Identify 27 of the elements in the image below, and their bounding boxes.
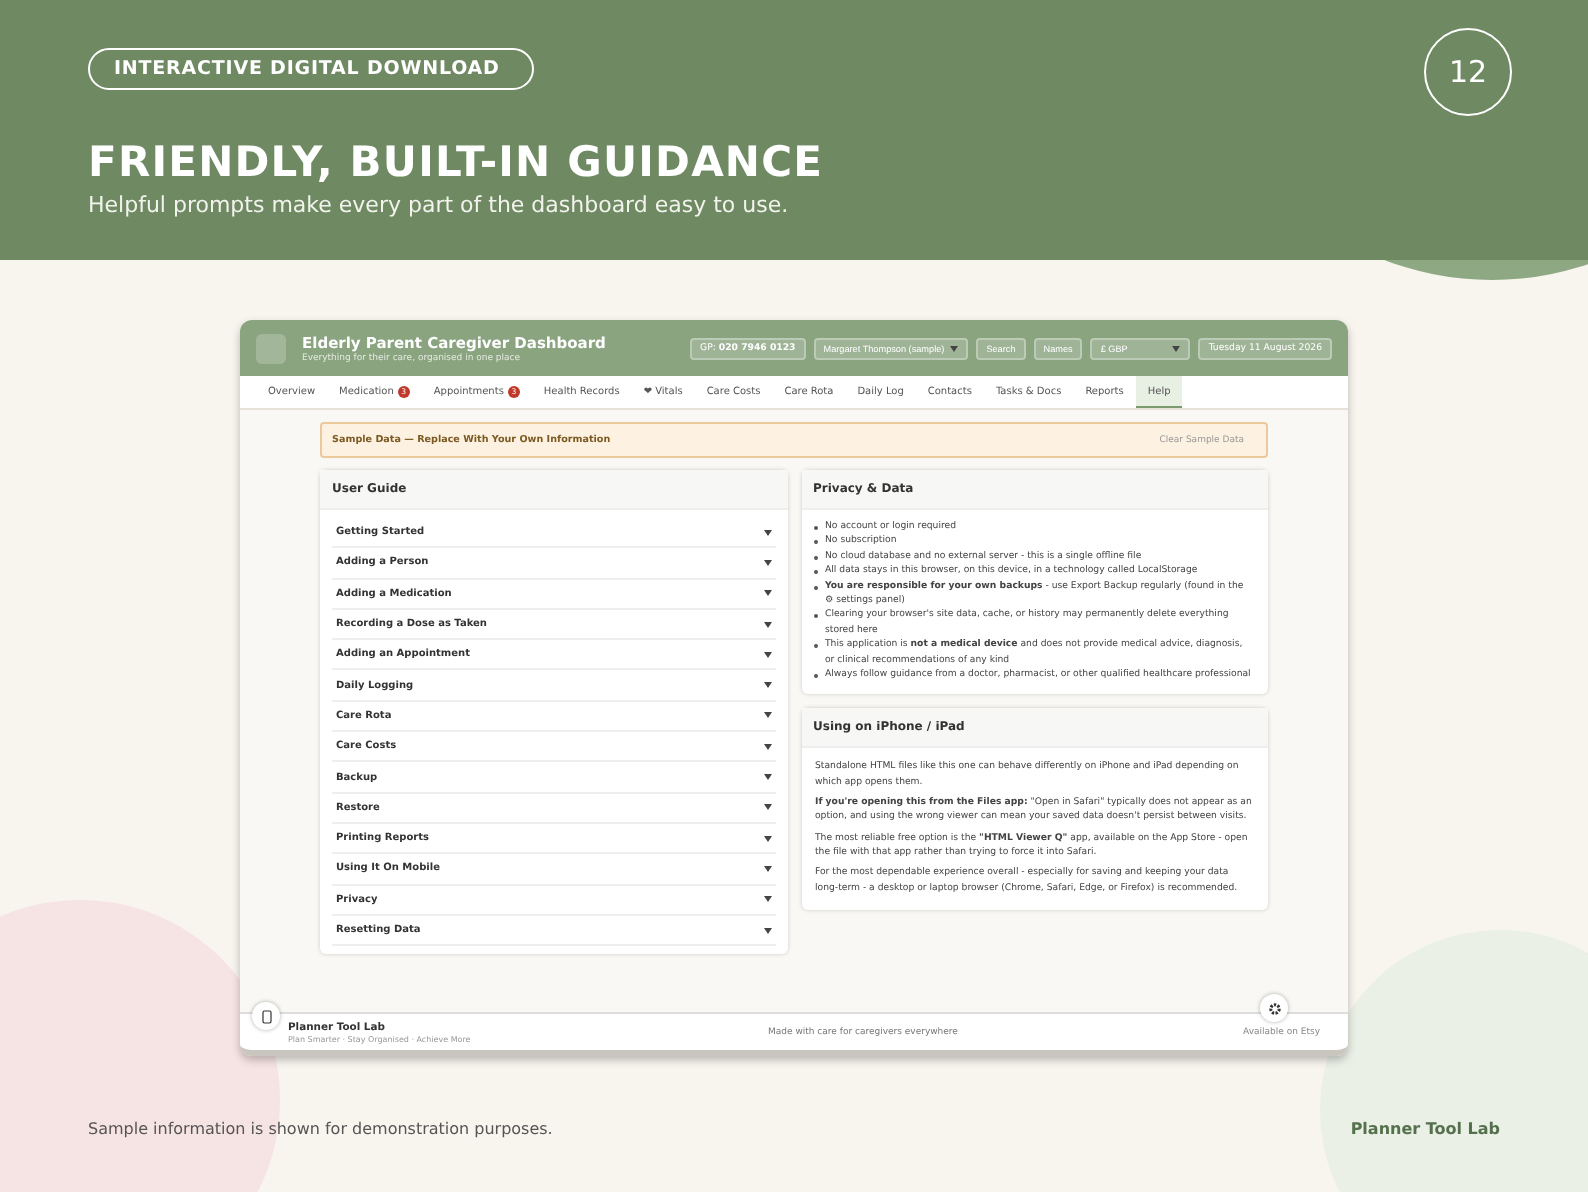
caret-icon [763, 743, 771, 750]
caret-icon [1172, 345, 1181, 351]
caret-icon [763, 621, 771, 628]
caret-icon [763, 590, 771, 597]
phone-button[interactable] [252, 1002, 280, 1030]
page-title: FRIENDLY, BUILT-IN GUIDANCE [88, 138, 824, 186]
caret-icon [763, 651, 771, 658]
settings-icon [1267, 1001, 1281, 1015]
caret-icon [763, 865, 771, 872]
caret-icon [950, 345, 959, 351]
caret-icon [763, 774, 771, 781]
page-number: 12 [1424, 28, 1512, 116]
phone-icon [261, 1009, 271, 1023]
caret-icon [763, 712, 771, 719]
sample-note: Sample information is shown for demonstration purposes. [88, 1120, 553, 1138]
caret-icon [763, 682, 771, 689]
caret-icon [763, 529, 771, 536]
caret-icon [763, 835, 771, 842]
download-badge: INTERACTIVE DIGITAL DOWNLOAD [88, 48, 534, 90]
caret-icon [763, 804, 771, 811]
page-subtitle: Helpful prompts make every part of the dashboard easy to use. [88, 192, 789, 218]
caret-icon [763, 559, 771, 566]
logo-icon [256, 333, 286, 363]
brand-name: Planner Tool Lab [1350, 1120, 1500, 1138]
caret-icon [763, 927, 771, 933]
caret-icon [763, 896, 771, 903]
settings-button[interactable] [1260, 994, 1288, 1022]
